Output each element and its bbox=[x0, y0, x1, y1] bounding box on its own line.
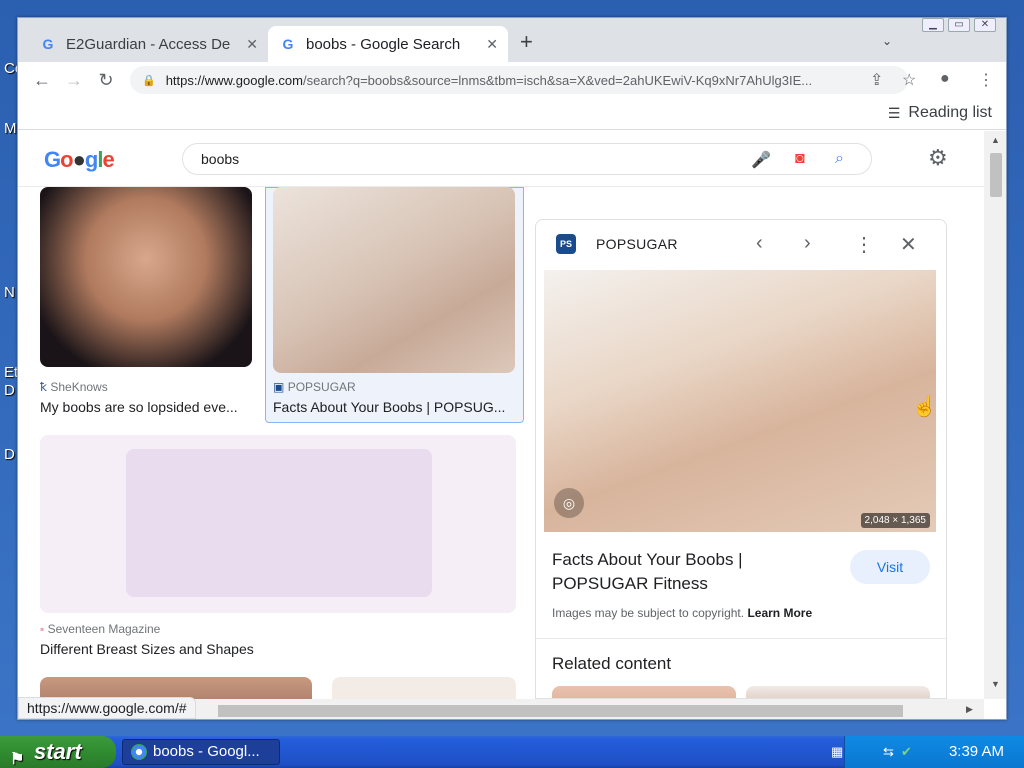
more-vert-icon[interactable]: ⋮ bbox=[978, 70, 994, 90]
url-host: https://www.google.com bbox=[165, 72, 303, 88]
result-title[interactable]: Facts About Your Boobs | POPSUG... bbox=[273, 399, 513, 415]
tab-e2guardian[interactable]: G E2Guardian - Access De ✕ bbox=[28, 26, 268, 62]
taskbar-item-browser[interactable]: boobs - Googl... bbox=[122, 739, 280, 765]
reading-list-label: Reading list bbox=[908, 104, 992, 121]
learn-more-link[interactable]: Learn More bbox=[747, 606, 812, 620]
sheknows-icon: ꝁ bbox=[40, 380, 47, 394]
result-thumbnail[interactable] bbox=[273, 187, 515, 373]
microphone-icon[interactable]: 🎤 bbox=[751, 150, 771, 170]
chevron-down-icon[interactable]: ⌄ bbox=[882, 34, 892, 48]
tab-title: boobs - Google Search bbox=[306, 35, 461, 53]
panel-title[interactable]: Facts About Your Boobs | POPSUGAR Fitnes… bbox=[552, 548, 842, 596]
share-icon[interactable]: ⇪ bbox=[870, 70, 883, 90]
gear-icon[interactable]: ⚙ bbox=[928, 145, 948, 171]
forward-arrow-icon[interactable]: → bbox=[58, 70, 90, 91]
chrome-icon bbox=[131, 744, 147, 760]
panel-header: PS POPSUGAR ‹ › ⋮ ✕ bbox=[536, 220, 946, 268]
preview-image[interactable]: ◎ 2,048 × 1,365 bbox=[544, 270, 936, 532]
search-query: boobs bbox=[201, 151, 240, 167]
tab-google-search[interactable]: G boobs - Google Search ✕ bbox=[268, 26, 508, 62]
taskbar-item-label: boobs - Googl... bbox=[153, 743, 260, 760]
maximize-button[interactable]: ▭ bbox=[948, 18, 970, 32]
result-source: ▪ Seventeen Magazine bbox=[40, 622, 161, 636]
lens-icon[interactable]: ◎ bbox=[554, 488, 584, 518]
browser-window: G E2Guardian - Access De ✕ G boobs - Goo… bbox=[17, 17, 1007, 720]
search-icon[interactable]: ⌕ bbox=[835, 150, 844, 168]
popsugar-icon: ▣ bbox=[273, 380, 285, 394]
scrollbar-thumb[interactable] bbox=[218, 705, 903, 717]
profile-icon[interactable]: ● bbox=[940, 70, 950, 88]
chevron-right-icon[interactable]: › bbox=[804, 232, 811, 255]
window-controls: ▁ ▭ ✕ bbox=[922, 18, 996, 32]
page-content: Go●gle boobs 🎤 ◙ ⌕ ⚙ ꝁ SheKnows My boobs… bbox=[18, 131, 984, 699]
desktop-icon-label[interactable]: N bbox=[4, 284, 15, 301]
scroll-up-icon[interactable]: ▲ bbox=[991, 135, 1000, 145]
desktop-icon-label[interactable]: D bbox=[4, 446, 15, 463]
copyright-note: Images may be subject to copyright. Lear… bbox=[552, 606, 813, 620]
visit-button[interactable]: Visit bbox=[850, 550, 930, 584]
result-thumbnail[interactable] bbox=[40, 677, 312, 699]
camera-icon[interactable]: ◙ bbox=[795, 150, 805, 168]
bookmarks-bar: ☰ Reading list bbox=[18, 98, 1006, 130]
new-tab-button[interactable]: + bbox=[520, 31, 533, 53]
start-button[interactable]: ⚑ start bbox=[0, 736, 116, 768]
popsugar-logo: PS bbox=[556, 234, 576, 254]
desktop-icon-label[interactable]: D bbox=[4, 382, 15, 399]
close-icon[interactable]: ✕ bbox=[900, 232, 917, 257]
result-source: ꝁ SheKnows bbox=[40, 380, 108, 394]
result-thumbnail[interactable] bbox=[40, 435, 516, 613]
star-icon[interactable]: ☆ bbox=[902, 70, 916, 90]
related-thumbnail[interactable] bbox=[552, 686, 736, 698]
tab-title: E2Guardian - Access De bbox=[66, 35, 231, 53]
network-icon[interactable]: ⇆ bbox=[883, 744, 894, 760]
related-content-heading: Related content bbox=[552, 654, 672, 673]
taskbar: ⚑ start boobs - Googl... ▦ ⇆ ✔ 3:39 AM bbox=[0, 736, 1024, 768]
result-thumbnail[interactable] bbox=[332, 677, 516, 699]
more-vert-icon[interactable]: ⋮ bbox=[854, 232, 874, 257]
minimize-button[interactable]: ▁ bbox=[922, 18, 944, 32]
start-label: start bbox=[34, 739, 82, 764]
google-g-icon: G bbox=[282, 36, 294, 52]
reading-list-button[interactable]: ☰ Reading list bbox=[888, 104, 992, 122]
google-logo[interactable]: Go●gle bbox=[44, 147, 115, 173]
url-path: /search?q=boobs&source=lnms&tbm=isch&sa=… bbox=[303, 72, 813, 88]
back-arrow-icon[interactable]: ← bbox=[26, 70, 58, 91]
scroll-down-icon[interactable]: ▼ bbox=[991, 679, 1000, 689]
seventeen-icon: ▪ bbox=[40, 622, 45, 636]
system-tray: ▦ ⇆ ✔ 3:39 AM bbox=[831, 736, 1024, 768]
image-dimensions: 2,048 × 1,365 bbox=[860, 513, 930, 528]
close-icon[interactable]: ✕ bbox=[246, 36, 258, 53]
reading-list-icon: ☰ bbox=[887, 104, 901, 121]
related-thumbnail[interactable] bbox=[746, 686, 930, 698]
divider bbox=[536, 638, 946, 639]
close-icon[interactable]: ✕ bbox=[486, 36, 498, 53]
google-g-icon: G bbox=[42, 36, 54, 52]
result-thumbnail[interactable] bbox=[40, 187, 252, 367]
vertical-scrollbar[interactable]: ▲ ▼ bbox=[984, 131, 1006, 699]
scrollbar-thumb[interactable] bbox=[990, 153, 1002, 197]
google-header: Go●gle boobs 🎤 ◙ ⌕ ⚙ bbox=[18, 131, 984, 187]
windows-flag-icon: ⚑ bbox=[10, 751, 25, 768]
desktop-icon-label[interactable]: M bbox=[4, 120, 17, 137]
result-source: ▣ POPSUGAR bbox=[273, 380, 356, 394]
hand-cursor-icon: ☝ bbox=[912, 396, 937, 418]
panel-source[interactable]: POPSUGAR bbox=[596, 236, 678, 252]
result-title[interactable]: My boobs are so lopsided eve... bbox=[40, 399, 250, 415]
result-title[interactable]: Different Breast Sizes and Shapes bbox=[40, 641, 500, 657]
toolbar: ← → ↻ 🔒 https://www.google.com /search?q… bbox=[18, 62, 1006, 98]
status-bar-url: https://www.google.com/# bbox=[18, 697, 196, 719]
search-input[interactable]: boobs 🎤 ◙ ⌕ bbox=[182, 143, 872, 175]
address-bar[interactable]: 🔒 https://www.google.com /search?q=boobs… bbox=[130, 66, 908, 94]
reload-icon[interactable]: ↻ bbox=[90, 70, 122, 91]
chevron-left-icon[interactable]: ‹ bbox=[756, 232, 763, 255]
illustration-card bbox=[126, 449, 432, 597]
tab-strip: G E2Guardian - Access De ✕ G boobs - Goo… bbox=[18, 18, 1006, 62]
lock-icon: 🔒 bbox=[142, 74, 156, 87]
close-window-button[interactable]: ✕ bbox=[974, 18, 996, 32]
image-preview-panel: PS POPSUGAR ‹ › ⋮ ✕ ◎ 2,048 × 1,365 Fact… bbox=[535, 219, 947, 699]
security-icon[interactable]: ✔ bbox=[901, 744, 912, 760]
keyboard-icon[interactable]: ▦ bbox=[831, 744, 843, 760]
clock: 3:39 AM bbox=[948, 743, 1004, 760]
scroll-right-icon[interactable]: ▶ bbox=[966, 704, 973, 715]
